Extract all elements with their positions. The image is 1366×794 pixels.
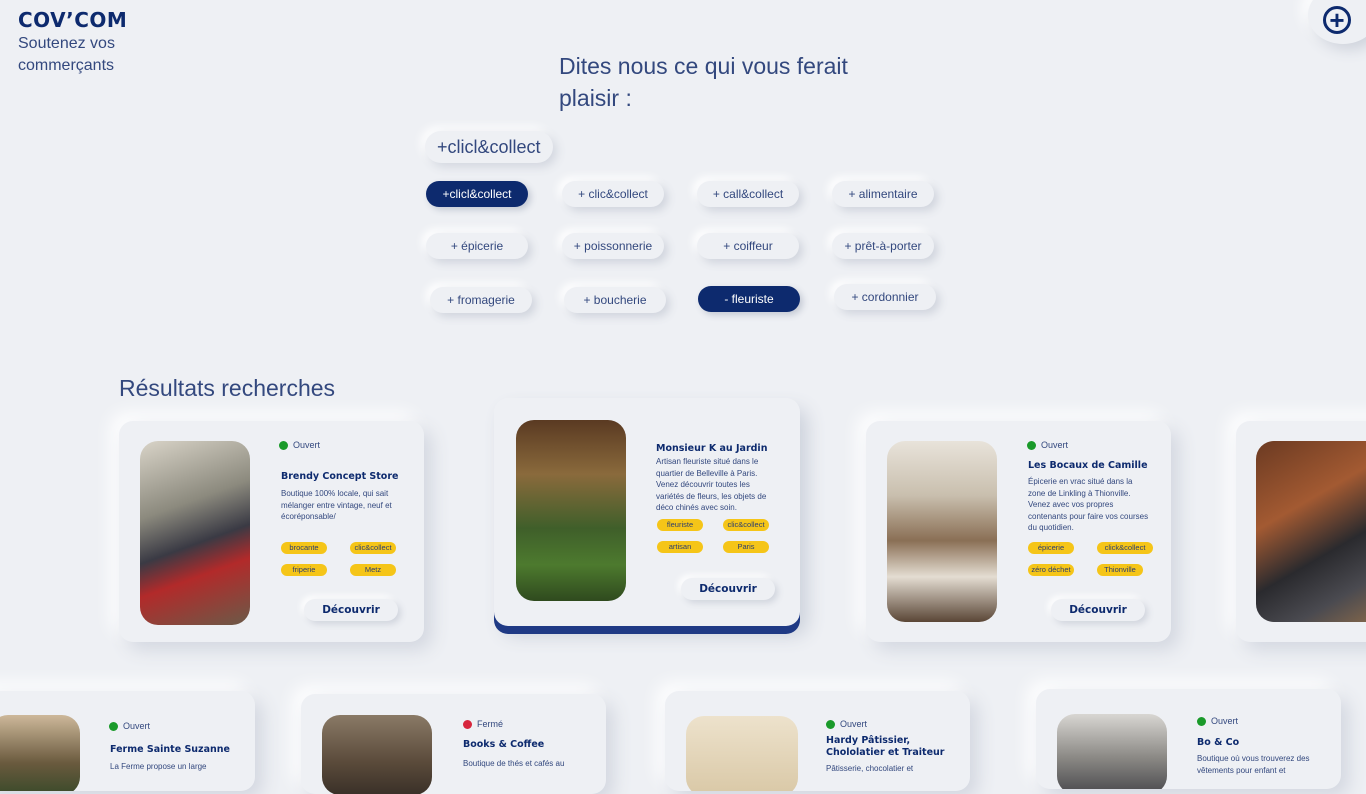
plus-circle-icon: + [1323,6,1351,34]
shop-card[interactable]: Ouvert Hardy Pâtissier, Chololatier et T… [665,691,970,791]
tag[interactable]: clic&collect [350,542,396,554]
shop-photo [686,716,798,791]
shop-photo [516,420,626,601]
results-title: Résultats recherches [119,375,336,401]
status-badge: Ouvert [1027,440,1068,450]
shop-description: La Ferme propose un large [110,762,207,771]
chip-poissonnerie[interactable]: + poissonnerie [562,233,664,259]
chip-fleuriste[interactable]: - fleuriste [698,286,800,312]
chip-cordonnier[interactable]: + cordonnier [834,284,936,310]
chip-boucherie[interactable]: + boucherie [564,287,666,313]
shop-description: Boutique où vous trouverez des vêtements… [1197,754,1310,775]
discover-button[interactable]: Découvrir [681,578,775,600]
discover-button[interactable]: Découvrir [1051,599,1145,621]
shop-card-featured[interactable]: Monsieur K au Jardin Artisan fleuriste s… [494,398,800,626]
status-badge: Ouvert [279,440,320,450]
shop-card[interactable]: Ouvert Ferme Sainte Suzanne La Ferme pro… [0,691,255,791]
shop-name: Les Bocaux de Camille [1028,460,1148,471]
brand-logo[interactable]: COV’COM [18,8,127,32]
shop-card[interactable]: Ouvert Bo & Co Boutique où vous trouvere… [1036,689,1341,789]
shop-photo [1057,714,1167,789]
status-dot-icon [463,719,472,729]
shop-photo [140,441,250,625]
shop-name: Brendy Concept Store [281,471,399,482]
add-button[interactable]: + [1308,0,1366,44]
chip-fromagerie[interactable]: + fromagerie [430,287,532,313]
shop-card[interactable]: Fermé Books & Coffee Boutique de thés et… [301,694,606,794]
shop-name: Ferme Sainte Suzanne [110,744,230,755]
search-query-chip[interactable]: +clicl&collect [425,131,553,163]
shop-description: Artisan fleuriste situé dans le quartier… [656,457,767,512]
chip-epicerie[interactable]: + épicerie [426,233,528,259]
shop-name: Bo & Co [1197,737,1240,748]
shop-name: Monsieur K au Jardin [656,443,768,454]
shop-description: Boutique de thés et cafés au [463,759,565,768]
tag[interactable]: Thionville [1097,564,1143,576]
chip-clic-collect[interactable]: + clic&collect [562,181,664,207]
shop-card[interactable] [1236,421,1366,642]
tag[interactable]: clic&collect [723,519,769,531]
status-dot-icon [1197,716,1206,726]
chip-pret-a-porter[interactable]: + prêt-à-porter [832,233,934,259]
brand-tagline: Soutenez vos commerçants [18,35,115,74]
shop-card[interactable]: Ouvert Brendy Concept Store Boutique 100… [119,421,424,642]
shop-photo [0,715,80,791]
tag[interactable]: fleuriste [657,519,703,531]
chip-alimentaire[interactable]: + alimentaire [832,181,934,207]
tag[interactable]: épicerie [1028,542,1074,554]
chip-call-collect[interactable]: + call&collect [697,181,799,207]
tag[interactable]: Paris [723,541,769,553]
shop-photo [1256,441,1366,622]
shop-description: Boutique 100% locale, qui sait mélanger … [281,489,392,521]
shop-name: Hardy Pâtissier, Chololatier et Traiteur [826,735,945,758]
status-dot-icon [109,721,118,731]
tag[interactable]: Metz [350,564,396,576]
prompt-heading: Dites nous ce qui vous ferait plaisir : [559,53,848,111]
tag[interactable]: friperie [281,564,327,576]
shop-card[interactable]: Ouvert Les Bocaux de Camille Épicerie en… [866,421,1171,642]
shop-name: Books & Coffee [463,739,545,750]
status-badge: Ouvert [1197,716,1238,726]
shop-photo [887,441,997,622]
discover-button[interactable]: Découvrir [304,599,398,621]
status-badge: Fermé [463,719,503,729]
shop-description: Épicerie en vrac situé dans la zone de L… [1028,477,1149,532]
chip-coiffeur[interactable]: + coiffeur [697,233,799,259]
tag[interactable]: click&collect [1097,542,1153,554]
status-badge: Ouvert [109,721,150,731]
status-dot-icon [826,719,835,729]
status-badge: Ouvert [826,719,867,729]
tag[interactable]: artisan [657,541,703,553]
chip-clicl-collect[interactable]: +clicl&collect [426,181,528,207]
tag[interactable]: zéro déchet [1028,564,1074,576]
shop-photo [322,715,432,794]
status-dot-icon [1027,440,1036,450]
tag[interactable]: brocante [281,542,327,554]
status-dot-icon [279,440,288,450]
